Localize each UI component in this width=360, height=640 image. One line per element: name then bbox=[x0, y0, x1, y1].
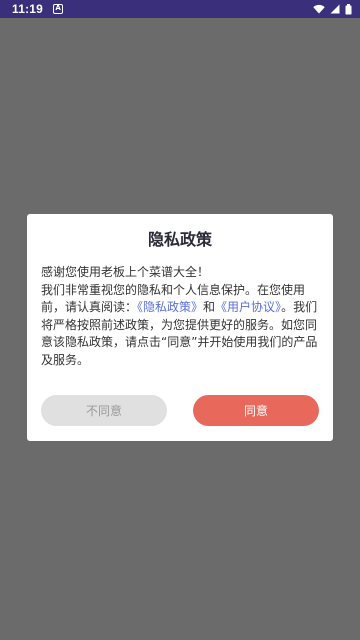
battery-icon bbox=[345, 3, 352, 14]
privacy-policy-link[interactable]: 《隐私政策》 bbox=[137, 300, 203, 314]
user-agreement-link[interactable]: 《用户协议》 bbox=[215, 300, 281, 314]
disagree-button[interactable]: 不同意 bbox=[41, 395, 167, 426]
dialog-button-row: 不同意 同意 bbox=[41, 395, 319, 426]
welcome-text: 感谢您使用老板上个菜谱大全！ bbox=[41, 265, 210, 279]
dialog-title: 隐私政策 bbox=[147, 230, 212, 249]
dialog-body: 感谢您使用老板上个菜谱大全！ 我们非常重视您的隐私和个人信息保护。在您使用前，请… bbox=[41, 264, 319, 369]
status-bar: 11:19 A bbox=[0, 0, 360, 18]
status-time: 11:19 bbox=[12, 2, 44, 16]
status-icons bbox=[313, 3, 352, 15]
cellular-signal-icon bbox=[330, 4, 340, 14]
privacy-policy-dialog: 隐私政策 感谢您使用老板上个菜谱大全！ 我们非常重视您的隐私和个人信息保护。在您… bbox=[27, 214, 333, 441]
connector-text: 和 bbox=[203, 300, 216, 314]
agree-button[interactable]: 同意 bbox=[193, 395, 319, 426]
wifi-icon bbox=[313, 4, 325, 14]
notification-icon: A bbox=[53, 4, 64, 14]
